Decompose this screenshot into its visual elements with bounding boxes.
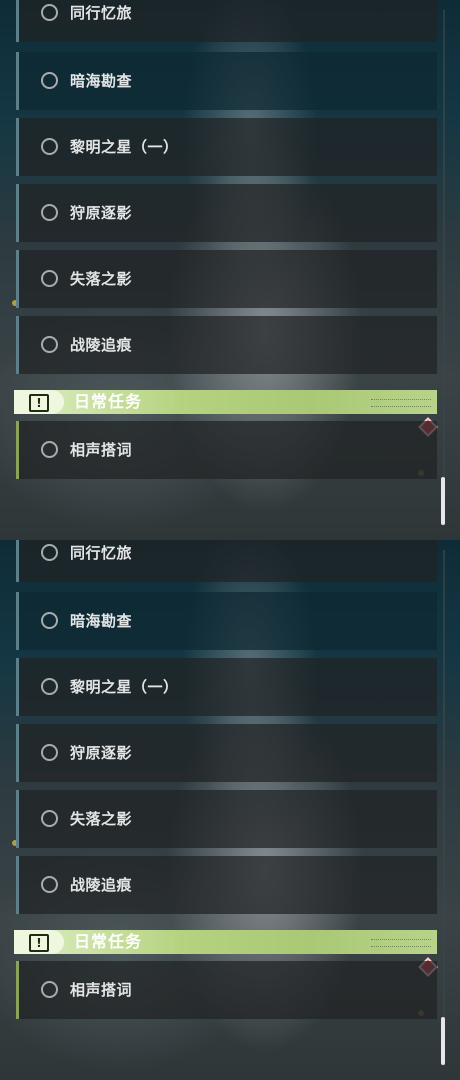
quest-title: 暗海勘查 (70, 72, 133, 90)
quest-item[interactable]: 失落之影 (16, 250, 437, 308)
scrollbar-thumb[interactable] (441, 1017, 445, 1065)
exclamation-icon: ! (29, 394, 49, 412)
quest-status-circle-icon (41, 336, 58, 353)
quest-item[interactable]: 黎明之星（一） (16, 118, 437, 176)
quest-status-circle-icon (41, 981, 58, 998)
quest-status-circle-icon (41, 4, 58, 21)
quest-status-circle-icon (41, 270, 58, 287)
header-decoration (371, 939, 431, 947)
scrollbar-track[interactable] (443, 550, 445, 1066)
quest-title: 失落之影 (70, 270, 133, 288)
category-title: 日常任务 (74, 392, 143, 411)
quest-status-circle-icon (41, 441, 58, 458)
quest-status-circle-icon (41, 138, 58, 155)
quest-item[interactable]: 狩原逐影 (16, 724, 437, 782)
header-decoration (371, 399, 431, 407)
daily-category-badge: ! (14, 930, 64, 954)
exclamation-icon: ! (29, 934, 49, 952)
daily-category-badge: ! (14, 390, 64, 414)
quest-title: 黎明之星（一） (70, 138, 179, 156)
quest-status-circle-icon (41, 72, 58, 89)
quest-item[interactable]: 失落之影 (16, 790, 437, 848)
daily-quests-header[interactable]: ! 日常任务 (14, 930, 437, 954)
quest-title: 相声搭词 (70, 441, 133, 459)
quest-title: 狩原逐影 (70, 204, 133, 222)
quest-item[interactable]: 黎明之星（一） (16, 658, 437, 716)
quest-title: 同行忆旅 (70, 544, 133, 562)
quest-title: 同行忆旅 (70, 4, 133, 22)
quest-item[interactable]: 狩原逐影 (16, 184, 437, 242)
quest-title: 狩原逐影 (70, 744, 133, 762)
quest-title: 失落之影 (70, 810, 133, 828)
scrollbar-thumb[interactable] (441, 477, 445, 525)
quest-item[interactable]: 相声搭词 (16, 421, 437, 479)
quest-title: 相声搭词 (70, 981, 133, 999)
quest-panel-bottom: 同行忆旅 暗海勘查 黎明之星（一） 狩原逐影 失落之影 战陵追痕 ! 日常任务 … (0, 540, 460, 1080)
quest-item[interactable]: 暗海勘查 (16, 592, 437, 650)
quest-item[interactable]: 战陵追痕 (16, 856, 437, 914)
quest-title: 战陵追痕 (70, 876, 133, 894)
quest-item[interactable]: 相声搭词 (16, 961, 437, 1019)
quest-title: 战陵追痕 (70, 336, 133, 354)
quest-panel-top: 同行忆旅 暗海勘查 黎明之星（一） 狩原逐影 失落之影 战陵追痕 ! 日常任务 … (0, 0, 460, 540)
quest-title: 黎明之星（一） (70, 678, 179, 696)
quest-item[interactable]: 暗海勘查 (16, 52, 437, 110)
category-title: 日常任务 (74, 932, 143, 951)
quest-status-circle-icon (41, 544, 58, 561)
scrollbar-track[interactable] (443, 10, 445, 526)
quest-status-circle-icon (41, 678, 58, 695)
quest-status-circle-icon (41, 876, 58, 893)
quest-status-circle-icon (41, 744, 58, 761)
quest-item[interactable]: 同行忆旅 (16, 540, 437, 582)
daily-quests-header[interactable]: ! 日常任务 (14, 390, 437, 414)
quest-title: 暗海勘查 (70, 612, 133, 630)
quest-status-circle-icon (41, 612, 58, 629)
quest-item[interactable]: 同行忆旅 (16, 0, 437, 42)
quest-item[interactable]: 战陵追痕 (16, 316, 437, 374)
quest-status-circle-icon (41, 810, 58, 827)
quest-status-circle-icon (41, 204, 58, 221)
